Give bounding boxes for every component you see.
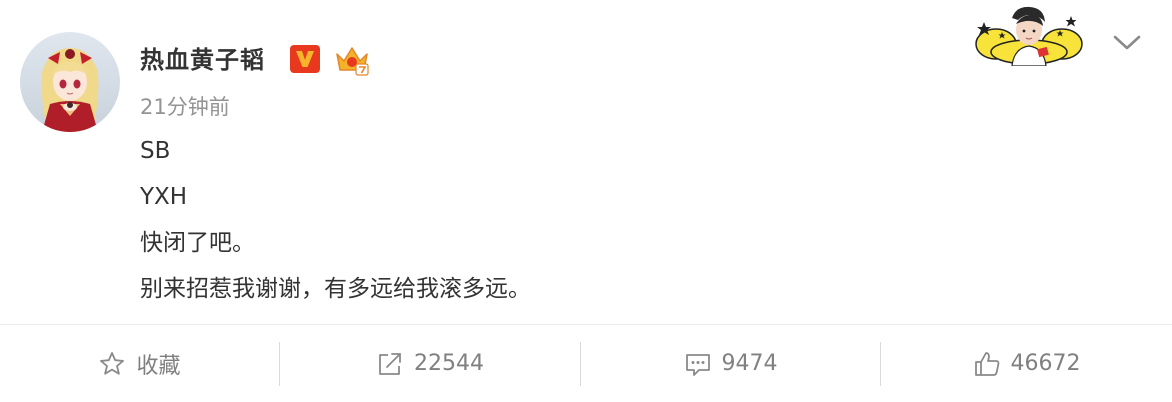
weibo-post-card: 热血黄子韬 21分钟前 SB YXH 快闭了吧。 别来招惹我谢谢，有多远给我滚多…: [0, 0, 1172, 402]
favorite-label: 收藏: [136, 353, 181, 379]
post-content-line: YXH: [140, 184, 188, 210]
repost-count: 22544: [414, 351, 484, 376]
like-count: 46672: [1010, 351, 1081, 376]
star-icon: [98, 350, 126, 378]
post-content-line: 快闭了吧。: [140, 230, 255, 256]
username[interactable]: 热血黄子韬: [140, 42, 265, 78]
comment-bubble-icon: [684, 350, 712, 378]
star-cloud-avatar-decoration: [974, 4, 1084, 67]
comment-count: 9474: [721, 351, 778, 376]
chevron-down-icon[interactable]: [1110, 28, 1144, 56]
post-content-line: 别来招惹我谢谢，有多远给我滚多远。: [140, 276, 531, 302]
post-content-line: SB: [140, 138, 171, 164]
comment-button[interactable]: 9474: [581, 325, 880, 402]
share-arrow-icon: [376, 350, 404, 378]
avatar-image: [20, 32, 120, 132]
user-avatar[interactable]: [20, 32, 120, 132]
repost-button[interactable]: 22544: [280, 325, 580, 402]
action-bar: 收藏 22544 9474 46672: [0, 325, 1172, 402]
verified-v-badge-icon[interactable]: [290, 45, 320, 73]
member-crown-icon[interactable]: [334, 44, 370, 76]
post-content: SB YXH 快闭了吧。 别来招惹我谢谢，有多远给我滚多远。: [140, 130, 531, 314]
post-timestamp[interactable]: 21分钟前: [140, 92, 230, 122]
thumbs-up-icon: [973, 350, 1001, 378]
like-button[interactable]: 46672: [881, 325, 1172, 402]
favorite-button[interactable]: 收藏: [0, 325, 279, 402]
